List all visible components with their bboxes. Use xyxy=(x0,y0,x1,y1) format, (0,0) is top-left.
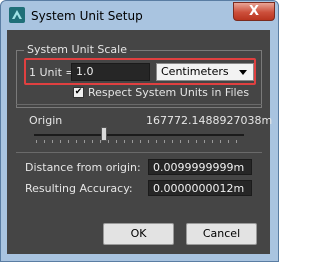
origin-slider-thumb[interactable] xyxy=(101,127,107,141)
slider-tick xyxy=(164,140,165,143)
slider-tick xyxy=(108,140,109,143)
accuracy-label: Resulting Accuracy: xyxy=(25,182,133,195)
respect-units-label[interactable]: Respect System Units in Files xyxy=(88,86,249,99)
3dsmax-app-icon xyxy=(9,7,25,23)
slider-tick xyxy=(44,140,45,143)
slider-tick xyxy=(36,140,37,143)
slider-tick xyxy=(180,140,181,143)
slider-tick xyxy=(196,140,197,143)
slider-tick xyxy=(148,140,149,143)
slider-tick xyxy=(156,140,157,143)
slider-tick xyxy=(60,140,61,143)
slider-tick xyxy=(52,140,53,143)
slider-tick xyxy=(140,140,141,143)
origin-label: Origin xyxy=(29,114,63,127)
slider-tick xyxy=(132,140,133,143)
slider-tick xyxy=(172,140,173,143)
slider-tick xyxy=(124,140,125,143)
slider-tick xyxy=(236,140,237,143)
close-button[interactable]: X xyxy=(233,2,275,21)
distance-label: Distance from origin: xyxy=(25,161,141,174)
slider-tick xyxy=(212,140,213,143)
highlight-frame xyxy=(24,58,256,85)
respect-units-checkbox[interactable]: ✔ xyxy=(73,87,84,98)
ok-button[interactable]: OK xyxy=(103,223,174,245)
slider-tick xyxy=(92,140,93,143)
distance-value-field[interactable]: 0.0099999999m xyxy=(148,159,252,175)
cancel-button[interactable]: Cancel xyxy=(186,223,257,245)
slider-tick xyxy=(68,140,69,143)
slider-tick xyxy=(116,140,117,143)
slider-tick xyxy=(84,140,85,143)
slider-tick xyxy=(204,140,205,143)
slider-tick xyxy=(228,140,229,143)
origin-slider-track[interactable] xyxy=(34,134,244,136)
group-title: System Unit Scale xyxy=(24,43,130,56)
slider-tick xyxy=(220,140,221,143)
slider-tick xyxy=(76,140,77,143)
divider xyxy=(16,152,262,153)
divider xyxy=(16,104,262,105)
origin-value: 167772.1488927038m xyxy=(146,114,273,127)
accuracy-value-field[interactable]: 0.0000000012m xyxy=(148,180,252,196)
window-title: System Unit Setup xyxy=(31,9,143,23)
slider-tick xyxy=(188,140,189,143)
